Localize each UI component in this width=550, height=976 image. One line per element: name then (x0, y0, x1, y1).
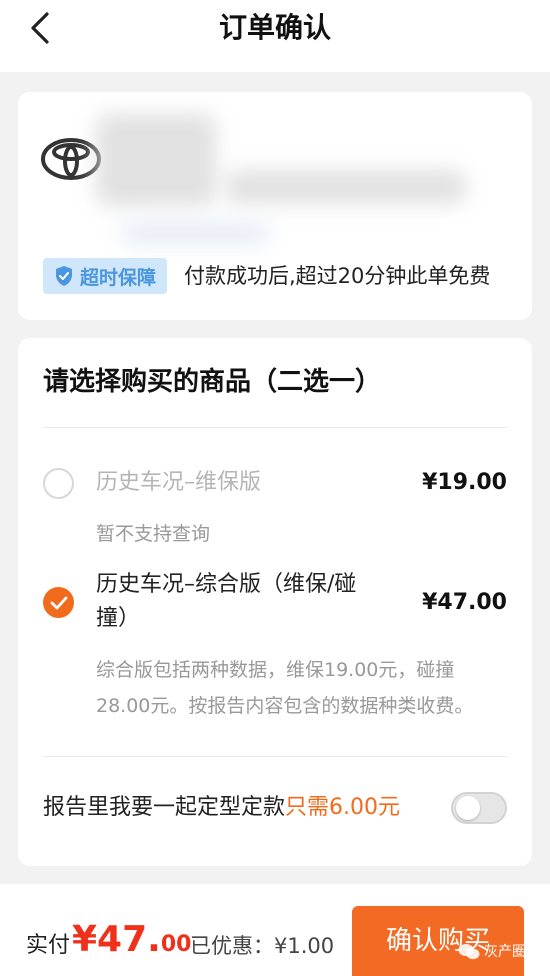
option-comprehensive-name-line1: 历史车况–综合版（维保/碰 (96, 572, 357, 597)
option-comprehensive-description: 综合版包括两种数据，维保19.00元，碰撞 28.00元。按报告内容包含的数据种… (96, 652, 508, 724)
pay-amount-main: ¥47. (72, 919, 161, 960)
option-comprehensive-price: ¥47.00 (422, 590, 507, 615)
option-maintenance-radio[interactable] (43, 468, 74, 499)
guarantee-badge-label: 超时保障 (79, 266, 156, 289)
option-comprehensive-radio[interactable] (43, 587, 74, 618)
option-comprehensive-description-line2: 28.00元。按报告内容包含的数据种类收费。 (96, 695, 474, 717)
pay-amount-cents: 00 (160, 932, 192, 957)
discount-text: 已优惠：¥1.00 (190, 934, 335, 958)
style-addon-toggle[interactable] (451, 792, 507, 824)
product-image-blurred (96, 114, 216, 206)
wechat-icon (458, 944, 480, 960)
shield-check-icon (55, 266, 72, 286)
checkmark-icon (50, 596, 67, 609)
watermark: 灰产圈 (458, 940, 526, 964)
guarantee-description: 付款成功后,超过20分钟此单免费 (184, 264, 491, 288)
product-info-blurred (226, 170, 466, 204)
divider (43, 756, 507, 757)
page-title: 订单确认 (218, 11, 331, 44)
option-maintenance-note: 暂不支持查询 (96, 523, 211, 545)
brand-logo-icon (41, 138, 101, 180)
pay-label: 实付 (26, 933, 71, 958)
watermark-text: 灰产圈 (484, 944, 526, 960)
option-maintenance-name[interactable]: 历史车况–维保版 (96, 466, 261, 500)
style-addon-price: 只需6.00元 (285, 795, 401, 820)
section-title: 请选择购买的商品（二选一） (43, 367, 382, 397)
option-comprehensive-description-line1: 综合版包括两种数据，维保19.00元，碰撞 (96, 659, 455, 681)
option-comprehensive-name-line2: 撞） (96, 606, 141, 631)
option-maintenance-price: ¥19.00 (422, 470, 507, 495)
guarantee-badge: 超时保障 (43, 258, 167, 294)
header-bar: 订单确认 (0, 0, 550, 72)
product-detail-blurred (120, 220, 270, 246)
pay-amount: ¥47.00 (72, 916, 191, 969)
style-addon-label: 报告里我要一起定型定款 (43, 795, 286, 820)
style-addon-row: 报告里我要一起定型定款只需6.00元 (43, 790, 400, 826)
divider (43, 427, 507, 428)
toggle-knob (456, 796, 480, 820)
option-comprehensive-name[interactable]: 历史车况–综合版（维保/碰 撞） (96, 568, 356, 636)
